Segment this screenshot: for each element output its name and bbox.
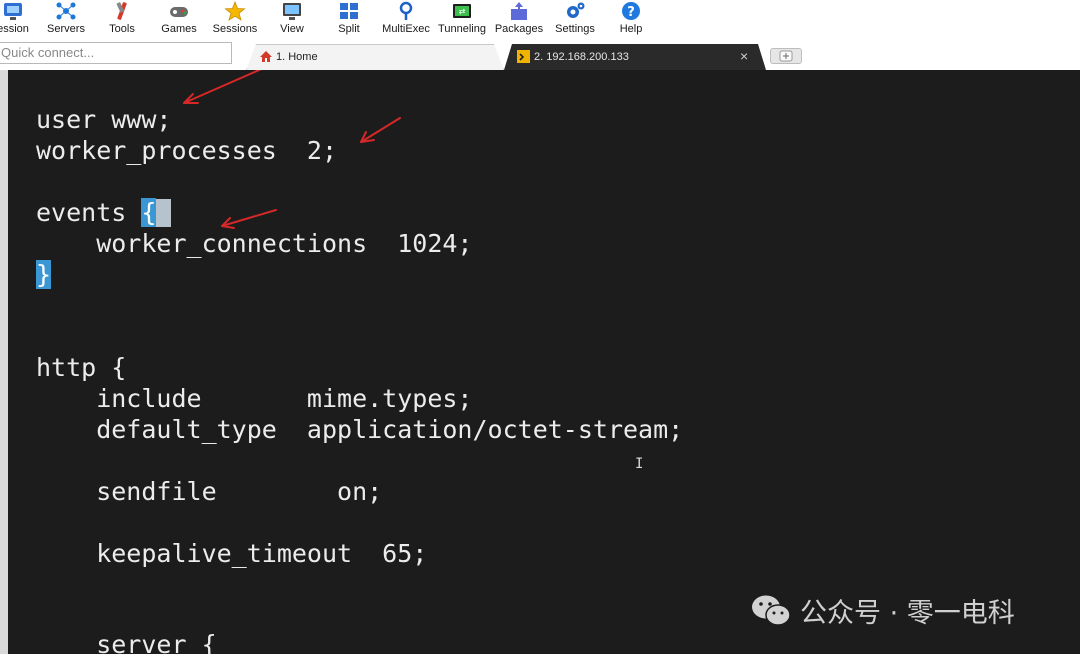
- tab-home-label: 1. Home: [276, 51, 318, 63]
- terminal-pane[interactable]: user www; worker_processes 2; events { w…: [8, 70, 1080, 654]
- toolbar-sessions-button[interactable]: Sessions: [210, 0, 260, 40]
- toolbar: ession Servers Tools Games Sessions View: [0, 0, 1080, 40]
- terminal-icon: [517, 50, 530, 68]
- toolbar-servers-button[interactable]: Servers: [44, 0, 88, 40]
- close-tab-icon[interactable]: ×: [740, 48, 748, 64]
- home-icon: [259, 50, 273, 68]
- annotation-arrow: [360, 117, 401, 143]
- watermark: 公众号 · 零一电科: [750, 588, 1015, 632]
- toolbar-multiexec-button[interactable]: MultiExec: [380, 0, 432, 40]
- plus-icon: [779, 50, 793, 62]
- session-icon: [1, 0, 25, 22]
- split-icon: [337, 0, 361, 22]
- packages-icon: [507, 0, 531, 22]
- toolbar-view-button[interactable]: View: [274, 0, 310, 40]
- svg-text:⇄: ⇄: [459, 7, 466, 16]
- toolbar-games-button[interactable]: Games: [158, 0, 200, 40]
- annotation-arrow: [183, 70, 262, 104]
- multiexec-icon: [394, 0, 418, 22]
- quick-connect-placeholder: Quick connect...: [1, 45, 95, 60]
- toolbar-tunneling-button[interactable]: ⇄ Tunneling: [436, 0, 488, 40]
- toolbar-packages-button[interactable]: Packages: [494, 0, 544, 40]
- toolbar-tools-button[interactable]: Tools: [104, 0, 140, 40]
- new-tab-button[interactable]: [770, 48, 802, 64]
- games-icon: [167, 0, 191, 22]
- toolbar-split-button[interactable]: Split: [332, 0, 366, 40]
- toolbar-session-button[interactable]: ession: [0, 0, 36, 40]
- servers-icon: [54, 0, 78, 22]
- tab-ssh-label: 2. 192.168.200.133: [534, 51, 629, 63]
- tools-icon: [110, 0, 134, 22]
- view-icon: [280, 0, 304, 22]
- watermark-text: 公众号 · 零一电科: [800, 597, 1015, 629]
- gear-icon: [563, 0, 587, 22]
- annotation-arrows: [183, 70, 401, 229]
- star-icon: [223, 0, 247, 22]
- window-left-edge: [0, 70, 8, 654]
- help-icon: ?: [619, 0, 643, 22]
- toolbar-help-button[interactable]: ? Help: [614, 0, 648, 40]
- tunneling-icon: ⇄: [450, 0, 474, 22]
- toolbar-settings-button[interactable]: Settings: [552, 0, 598, 40]
- quick-connect-input[interactable]: Quick connect...: [0, 42, 232, 64]
- wechat-icon: [752, 595, 791, 626]
- svg-text:?: ?: [627, 5, 635, 20]
